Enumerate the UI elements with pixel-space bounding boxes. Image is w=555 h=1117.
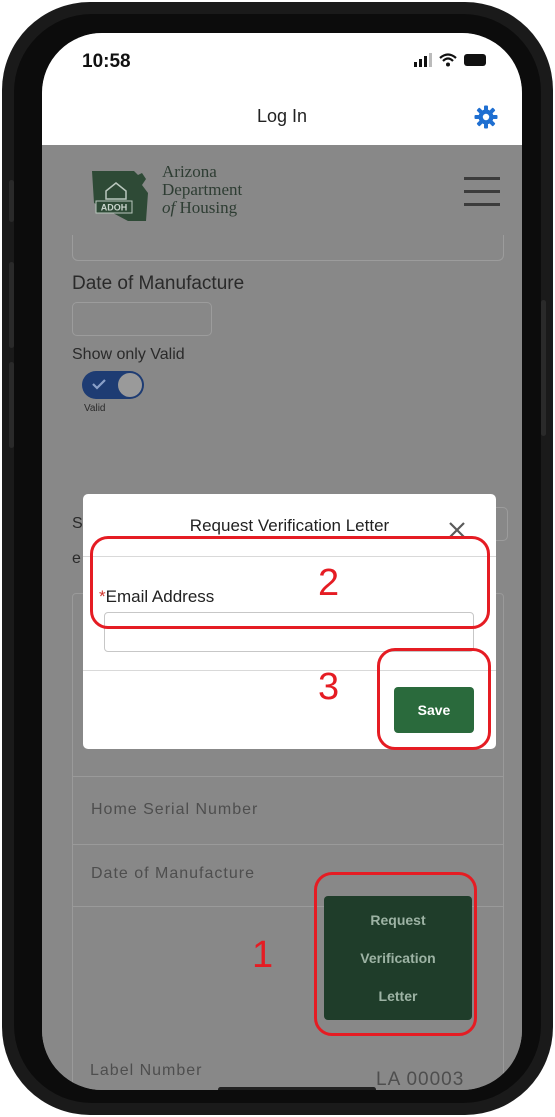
svg-text:ADOH: ADOH [101, 203, 128, 213]
modal-title: Request Verification Letter [189, 516, 390, 535]
agency-name: Arizona Department of Housing [162, 162, 243, 217]
callout-number-3: 3 [318, 666, 340, 708]
battery-icon [464, 54, 486, 66]
callout-box-request [314, 872, 477, 1036]
wifi-icon [439, 53, 457, 67]
signal-icon [414, 53, 432, 67]
status-icons [414, 53, 486, 67]
previous-field-input[interactable] [72, 235, 504, 261]
hamburger-menu-icon[interactable] [464, 177, 500, 216]
home-indicator[interactable] [218, 1087, 376, 1090]
status-bar: 10:58 [42, 33, 522, 105]
toggle-caption: Valid [84, 403, 106, 414]
sort-label-secondary: e [72, 550, 81, 567]
callout-box-email [90, 536, 490, 629]
show-only-valid-label: Show only Valid [72, 346, 185, 363]
table-row: Home Serial Number [73, 776, 503, 844]
status-time: 10:58 [82, 51, 131, 72]
callout-box-save [377, 648, 491, 750]
label-number-label: Label Number [90, 1062, 203, 1079]
volume-down-button [9, 362, 14, 448]
check-icon [92, 379, 106, 390]
callout-number-2: 2 [318, 562, 340, 604]
show-only-valid-toggle[interactable] [82, 371, 144, 399]
nav-header: Log In [42, 105, 522, 145]
home-serial-number-label: Home Serial Number [91, 801, 259, 818]
date-of-manufacture-input[interactable] [72, 302, 212, 336]
sort-label: S [72, 515, 83, 532]
volume-up-button [9, 262, 14, 348]
power-button [541, 300, 546, 436]
callout-number-1: 1 [252, 934, 274, 976]
gear-icon[interactable] [474, 105, 498, 129]
date-of-manufacture-result-label: Date of Manufacture [91, 865, 255, 882]
label-number-value: LA 00003 [376, 1069, 465, 1090]
toggle-knob [118, 373, 142, 397]
date-of-manufacture-label: Date of Manufacture [72, 273, 245, 294]
silent-switch [9, 180, 14, 222]
site-header: ADOH Arizona Department of Housing [42, 145, 522, 233]
page-title: Log In [256, 106, 308, 126]
adoh-logo: ADOH [92, 171, 148, 221]
